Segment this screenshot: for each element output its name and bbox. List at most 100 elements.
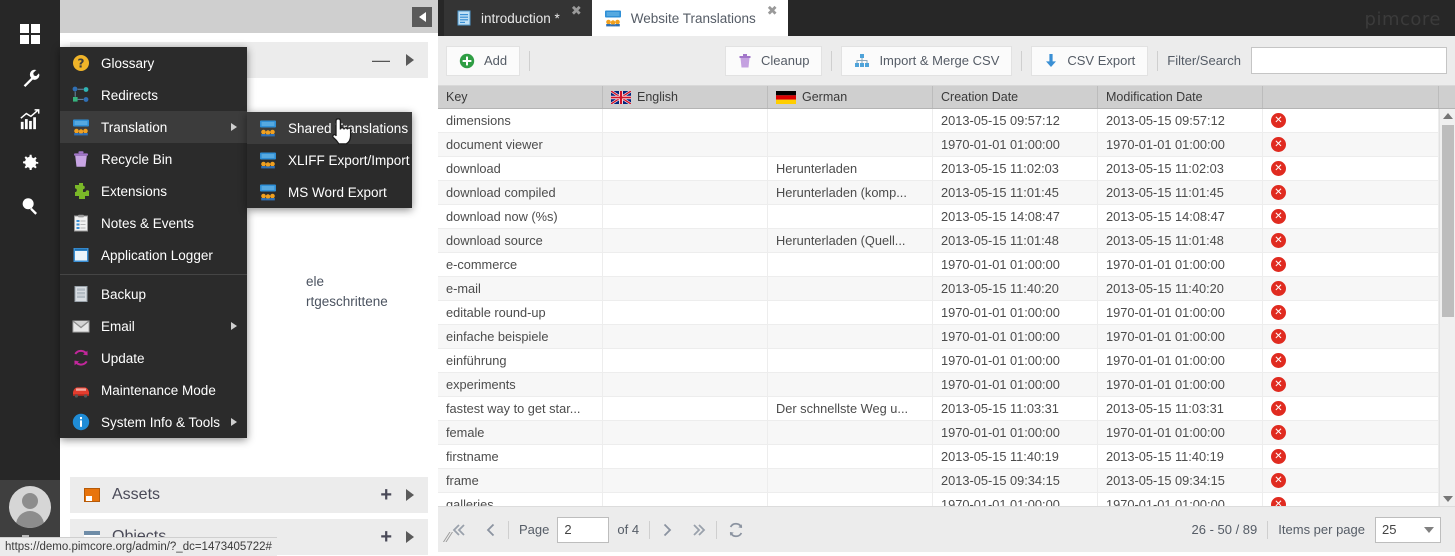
cell-german[interactable]: Herunterladen (komp... [768, 181, 933, 204]
cell-english[interactable] [603, 205, 768, 228]
cell-modified[interactable]: 2013-05-15 11:03:31 [1098, 397, 1263, 420]
table-row[interactable]: experiments1970-01-01 01:00:001970-01-01… [438, 373, 1455, 397]
table-row[interactable]: e-mail2013-05-15 11:40:202013-05-15 11:4… [438, 277, 1455, 301]
minimize-icon[interactable]: — [372, 56, 390, 64]
cell-created[interactable]: 2013-05-15 11:40:20 [933, 277, 1098, 300]
cell-english[interactable] [603, 397, 768, 420]
cell-english[interactable] [603, 349, 768, 372]
cell-english[interactable] [603, 421, 768, 444]
cell-created[interactable]: 2013-05-15 09:34:15 [933, 469, 1098, 492]
cell-created[interactable]: 2013-05-15 11:01:48 [933, 229, 1098, 252]
cell-modified[interactable]: 1970-01-01 01:00:00 [1098, 373, 1263, 396]
cell-german[interactable]: Herunterladen (Quell... [768, 229, 933, 252]
delete-row-icon[interactable]: ✕ [1271, 281, 1286, 296]
delete-row-icon[interactable]: ✕ [1271, 185, 1286, 200]
cell-german[interactable] [768, 133, 933, 156]
table-row[interactable]: galleries1970-01-01 01:00:001970-01-01 0… [438, 493, 1455, 506]
cell-english[interactable] [603, 469, 768, 492]
menu-item-email[interactable]: Email [60, 310, 247, 342]
menu-item-backup[interactable]: Backup [60, 278, 247, 310]
cell-created[interactable]: 2013-05-15 11:01:45 [933, 181, 1098, 204]
cell-german[interactable] [768, 205, 933, 228]
collapse-panel-button[interactable] [412, 7, 432, 27]
menu-item-translation[interactable]: Translation [60, 111, 247, 143]
refresh-button[interactable] [727, 522, 745, 538]
import-merge-csv-button[interactable]: Import & Merge CSV [841, 46, 1012, 76]
menu-item-update[interactable]: Update [60, 342, 247, 374]
cell-key[interactable]: frame [438, 469, 603, 492]
tab-website-translations[interactable]: Website Translations✖ [592, 0, 788, 36]
csv-export-button[interactable]: CSV Export [1031, 46, 1148, 76]
cell-key[interactable]: dimensions [438, 109, 603, 132]
delete-row-icon[interactable]: ✕ [1271, 257, 1286, 272]
cell-german[interactable] [768, 301, 933, 324]
chevron-right-icon[interactable] [406, 489, 414, 501]
table-row[interactable]: einfache beispiele1970-01-01 01:00:00197… [438, 325, 1455, 349]
cell-key[interactable]: fastest way to get star... [438, 397, 603, 420]
cell-modified[interactable]: 2013-05-15 11:02:03 [1098, 157, 1263, 180]
delete-row-icon[interactable]: ✕ [1271, 137, 1286, 152]
grid-column-header[interactable]: Modification Date [1098, 86, 1263, 108]
cell-english[interactable] [603, 253, 768, 276]
cell-key[interactable]: document viewer [438, 133, 603, 156]
cell-german[interactable]: Herunterladen [768, 157, 933, 180]
add-icon[interactable]: + [380, 526, 392, 549]
cell-created[interactable]: 2013-05-15 11:02:03 [933, 157, 1098, 180]
cell-modified[interactable]: 2013-05-15 11:01:45 [1098, 181, 1263, 204]
cell-created[interactable]: 2013-05-15 14:08:47 [933, 205, 1098, 228]
cell-key[interactable]: galleries [438, 493, 603, 506]
cell-modified[interactable]: 2013-05-15 14:08:47 [1098, 205, 1263, 228]
close-icon[interactable]: ✖ [767, 4, 778, 17]
cell-modified[interactable]: 2013-05-15 09:57:12 [1098, 109, 1263, 132]
avatar[interactable] [9, 486, 51, 528]
tab-introduction[interactable]: introduction *✖ [444, 0, 592, 36]
cell-modified[interactable]: 2013-05-15 11:01:48 [1098, 229, 1263, 252]
cell-english[interactable] [603, 157, 768, 180]
grid-column-header[interactable] [1263, 86, 1439, 108]
add-icon[interactable]: + [380, 484, 392, 507]
search-icon[interactable] [0, 184, 60, 227]
cell-german[interactable] [768, 469, 933, 492]
last-page-button[interactable] [688, 522, 706, 538]
table-row[interactable]: dimensions2013-05-15 09:57:122013-05-15 … [438, 109, 1455, 133]
cell-created[interactable]: 1970-01-01 01:00:00 [933, 133, 1098, 156]
cell-created[interactable]: 1970-01-01 01:00:00 [933, 301, 1098, 324]
tools-icon[interactable] [0, 55, 60, 98]
first-page-button[interactable] [452, 522, 470, 538]
menu-item-ms-word-export[interactable]: MS Word Export [247, 176, 412, 208]
items-per-page-select[interactable]: 25 [1375, 517, 1441, 543]
table-row[interactable]: frame2013-05-15 09:34:152013-05-15 09:34… [438, 469, 1455, 493]
table-row[interactable]: firstname2013-05-15 11:40:192013-05-15 1… [438, 445, 1455, 469]
delete-row-icon[interactable]: ✕ [1271, 401, 1286, 416]
grid-column-header[interactable]: German [768, 86, 933, 108]
cell-key[interactable]: e-commerce [438, 253, 603, 276]
cell-german[interactable] [768, 421, 933, 444]
menu-item-shared-translations[interactable]: Shared Translations [247, 112, 412, 144]
cell-modified[interactable]: 1970-01-01 01:00:00 [1098, 493, 1263, 506]
cell-created[interactable]: 2013-05-15 11:40:19 [933, 445, 1098, 468]
cell-created[interactable]: 1970-01-01 01:00:00 [933, 253, 1098, 276]
cell-german[interactable] [768, 445, 933, 468]
grid-column-header[interactable]: Key [438, 86, 603, 108]
cell-key[interactable]: download [438, 157, 603, 180]
cell-created[interactable]: 1970-01-01 01:00:00 [933, 325, 1098, 348]
cell-modified[interactable]: 1970-01-01 01:00:00 [1098, 325, 1263, 348]
scroll-down-button[interactable] [1440, 492, 1455, 506]
chevron-right-icon[interactable] [406, 54, 414, 66]
delete-row-icon[interactable]: ✕ [1271, 425, 1286, 440]
menu-item-extensions[interactable]: Extensions [60, 175, 247, 207]
delete-row-icon[interactable]: ✕ [1271, 161, 1286, 176]
menu-item-system-info-tools[interactable]: System Info & Tools [60, 406, 247, 438]
table-row[interactable]: document viewer1970-01-01 01:00:001970-0… [438, 133, 1455, 157]
cell-german[interactable] [768, 277, 933, 300]
cell-modified[interactable]: 1970-01-01 01:00:00 [1098, 421, 1263, 444]
grid-column-header[interactable]: Creation Date [933, 86, 1098, 108]
table-row[interactable]: e-commerce1970-01-01 01:00:001970-01-01 … [438, 253, 1455, 277]
table-row[interactable]: editable round-up1970-01-01 01:00:001970… [438, 301, 1455, 325]
delete-row-icon[interactable]: ✕ [1271, 305, 1286, 320]
page-number-input[interactable] [557, 517, 609, 543]
filter-search-input[interactable] [1251, 47, 1447, 74]
tree-section-assets[interactable]: Assets + [70, 477, 428, 513]
menu-item-maintenance-mode[interactable]: Maintenance Mode [60, 374, 247, 406]
cell-german[interactable] [768, 253, 933, 276]
